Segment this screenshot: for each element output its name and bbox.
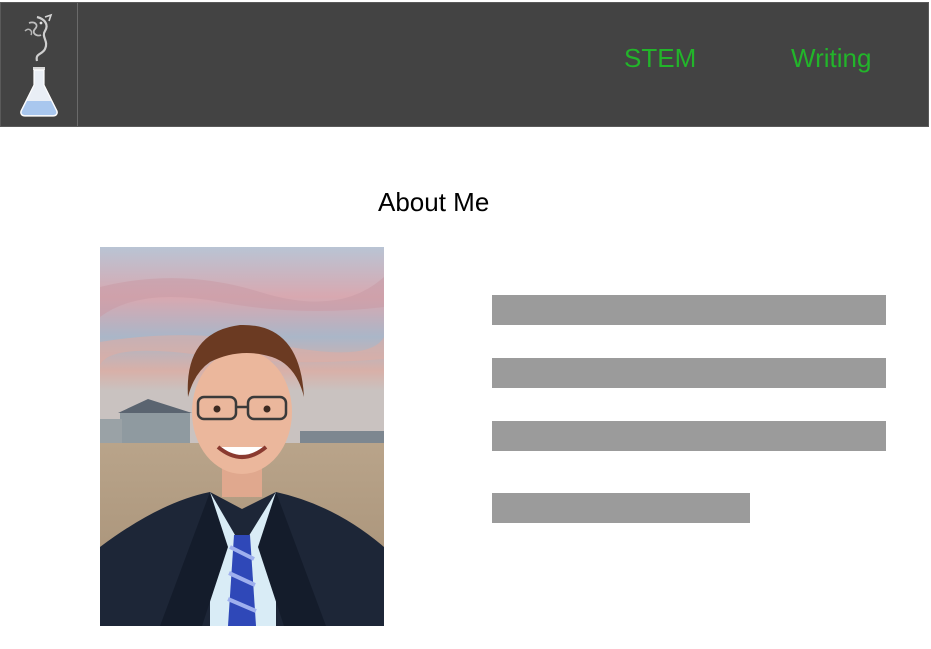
page: STEM Writing About Me: [0, 0, 931, 649]
nav-link-writing[interactable]: Writing: [791, 43, 871, 74]
dragon-flask-logo-icon: [20, 13, 58, 117]
person-photo-icon: [100, 247, 384, 626]
nav-link-stem[interactable]: STEM: [624, 43, 696, 74]
page-title: About Me: [378, 187, 490, 217]
top-navbar: STEM Writing: [0, 2, 929, 127]
site-logo[interactable]: [1, 3, 78, 126]
portrait-photo: [100, 247, 384, 626]
text-placeholder-line: [492, 493, 750, 523]
text-placeholder-line: [492, 421, 886, 451]
text-placeholder-line: [492, 358, 886, 388]
text-placeholder-line: [492, 295, 886, 325]
